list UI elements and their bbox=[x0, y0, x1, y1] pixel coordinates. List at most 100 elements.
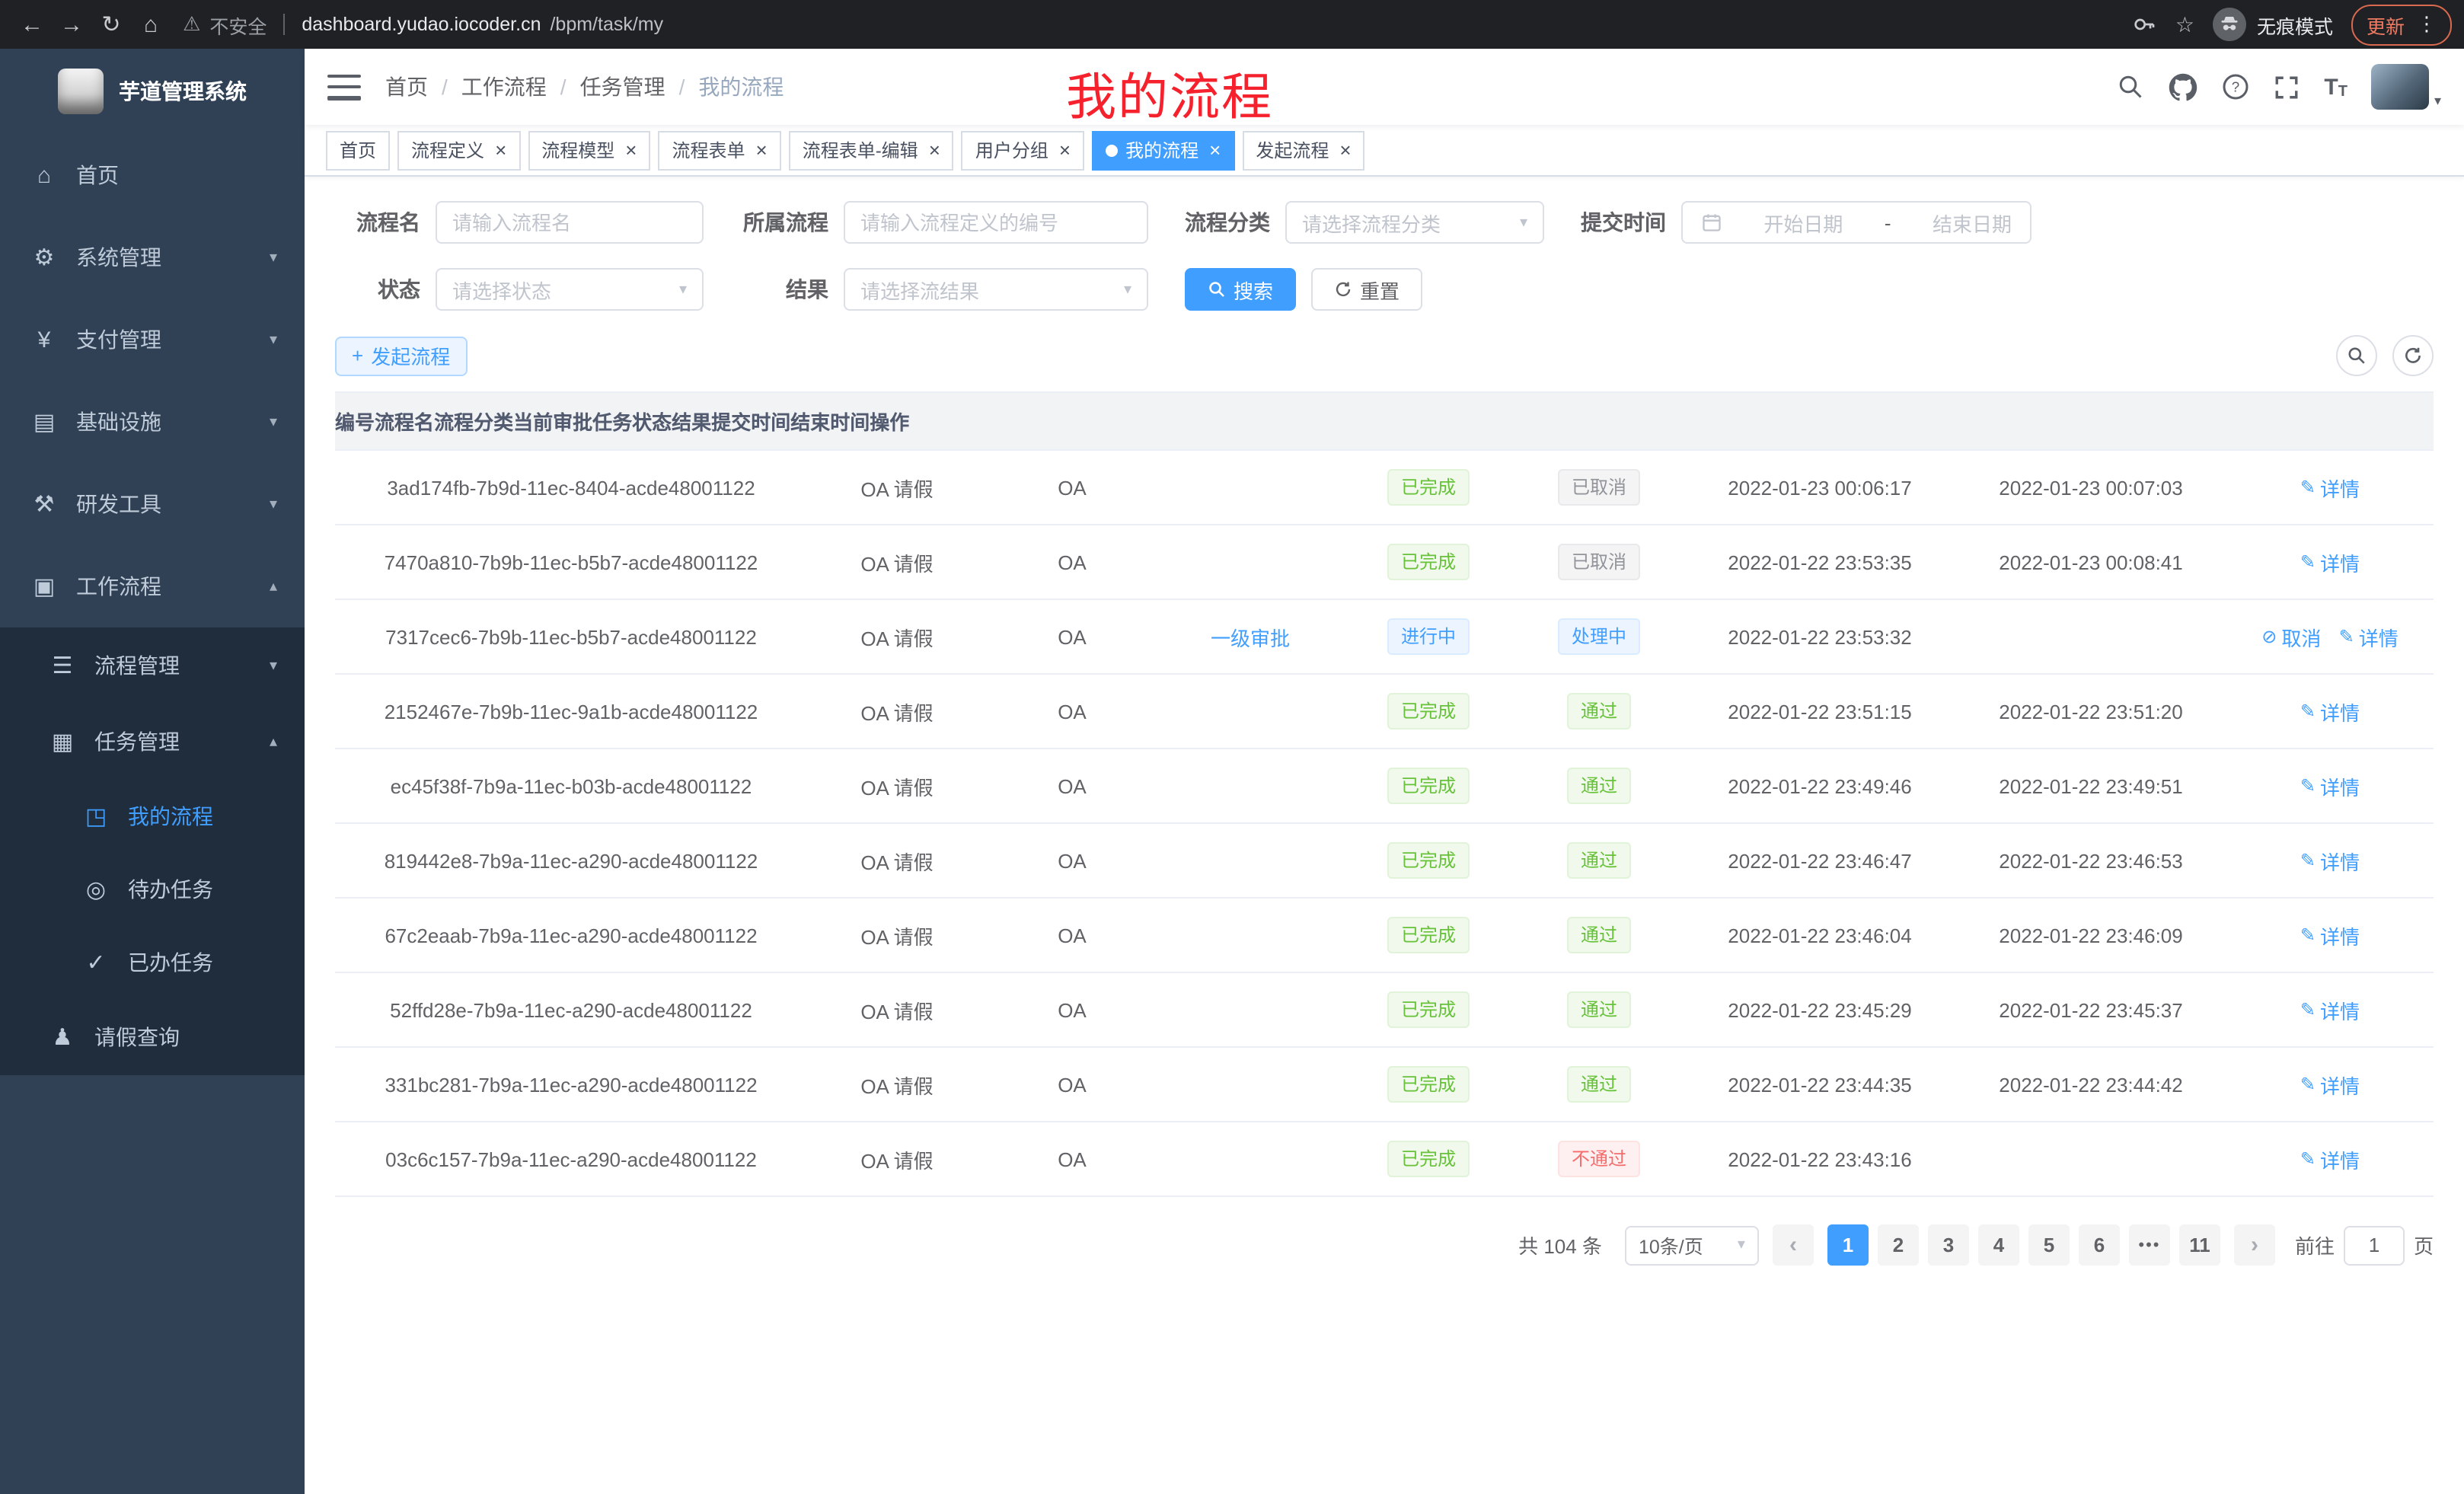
close-icon[interactable]: × bbox=[1339, 140, 1351, 160]
status-badge: 进行中 bbox=[1387, 618, 1470, 655]
page-button[interactable]: 4 bbox=[1978, 1224, 2019, 1266]
process-name-input[interactable] bbox=[452, 211, 687, 234]
menu-item-label: 工作流程 bbox=[76, 571, 161, 602]
edit-icon: ✎ bbox=[2300, 477, 2316, 498]
table-toolbar: + 发起流程 bbox=[305, 335, 2464, 376]
breadcrumb-item[interactable]: 我的流程 bbox=[698, 72, 784, 102]
app-logo-row[interactable]: 芋道管理系统 bbox=[0, 49, 305, 134]
breadcrumb-item[interactable]: 首页 bbox=[385, 72, 428, 102]
avatar[interactable] bbox=[2372, 64, 2430, 110]
github-icon[interactable] bbox=[2169, 72, 2197, 101]
page-button[interactable]: ••• bbox=[2129, 1224, 2170, 1266]
browser-back-icon[interactable]: ← bbox=[12, 5, 52, 44]
current-task-link[interactable]: 一级审批 bbox=[1211, 622, 1290, 651]
tab-user-group[interactable]: 用户分组 × bbox=[962, 130, 1084, 170]
browser-reload-icon[interactable]: ↻ bbox=[91, 5, 131, 44]
page-size-select[interactable]: 10条/页 ▾ bbox=[1625, 1225, 1759, 1265]
sidebar-item-done-tasks[interactable]: ✓ 已办任务 bbox=[0, 926, 305, 999]
status-select[interactable]: 请选择状态 ▾ bbox=[436, 268, 704, 311]
detail-link[interactable]: ✎详情 bbox=[2300, 846, 2360, 875]
page-button[interactable]: 5 bbox=[2028, 1224, 2070, 1266]
font-size-icon[interactable]: TT bbox=[2324, 74, 2348, 100]
page-button[interactable]: 6 bbox=[2079, 1224, 2120, 1266]
browser-forward-icon[interactable]: → bbox=[52, 5, 91, 44]
sidebar-collapse-button[interactable] bbox=[327, 74, 361, 100]
category-label: 流程分类 bbox=[1185, 207, 1270, 238]
browser-home-icon[interactable]: ⌂ bbox=[131, 5, 171, 44]
detail-link[interactable]: ✎详情 bbox=[2300, 921, 2360, 950]
sidebar-item-process-manage[interactable]: ☰ 流程管理 bbox=[0, 627, 305, 704]
sidebar-item-system[interactable]: ⚙ 系统管理 bbox=[0, 216, 305, 298]
refresh-button[interactable] bbox=[2392, 335, 2434, 376]
search-icon[interactable] bbox=[2117, 73, 2144, 101]
filter-row-1: 流程名 所属流程 流程分类 请选择流程分类 bbox=[335, 201, 2434, 244]
process-definition-input[interactable] bbox=[860, 211, 1131, 234]
close-icon[interactable]: × bbox=[495, 140, 506, 160]
category-select[interactable]: 请选择流程分类 ▾ bbox=[1285, 201, 1544, 244]
browser-update-button[interactable]: 更新 ⋮ bbox=[2351, 4, 2452, 45]
bookmark-star-icon[interactable]: ☆ bbox=[2175, 11, 2194, 37]
cell-category: OA bbox=[987, 551, 1157, 573]
fullscreen-icon[interactable] bbox=[2274, 74, 2300, 100]
column-header: 流程分类 bbox=[434, 393, 513, 449]
sidebar-item-todo-tasks[interactable]: ◎ 待办任务 bbox=[0, 853, 305, 926]
toggle-search-button[interactable] bbox=[2336, 335, 2377, 376]
start-process-button[interactable]: + 发起流程 bbox=[335, 336, 467, 375]
page-button[interactable]: 3 bbox=[1928, 1224, 1969, 1266]
sidebar-item-leave-query[interactable]: ♟ 请假查询 bbox=[0, 999, 305, 1075]
tab-process-model[interactable]: 流程模型 × bbox=[528, 130, 650, 170]
tab-start-process[interactable]: 发起流程 × bbox=[1242, 130, 1364, 170]
cell-process-id: 52ffd28e-7b9a-11ec-a290-acde48001122 bbox=[335, 998, 807, 1021]
close-icon[interactable]: × bbox=[929, 140, 940, 160]
sidebar-item-home[interactable]: ⌂ 首页 bbox=[0, 134, 305, 216]
password-key-icon[interactable] bbox=[2133, 12, 2157, 37]
sidebar-item-workflow[interactable]: ▣ 工作流程 bbox=[0, 545, 305, 627]
tab-home[interactable]: 首页 bbox=[326, 130, 390, 170]
page-button[interactable]: 2 bbox=[1878, 1224, 1919, 1266]
tab-process-form-edit[interactable]: 流程表单-编辑 × bbox=[789, 130, 954, 170]
sidebar-item-devtools[interactable]: ⚒ 研发工具 bbox=[0, 463, 305, 545]
sidebar-item-my-process[interactable]: ◳ 我的流程 bbox=[0, 780, 305, 853]
page-button[interactable]: 1 bbox=[1827, 1224, 1869, 1266]
reset-button[interactable]: 重置 bbox=[1311, 268, 1422, 311]
total-count: 共 104 条 bbox=[1518, 1231, 1602, 1259]
cell-actions: ✎详情 bbox=[2226, 771, 2434, 800]
cancel-link[interactable]: ⊘取消 bbox=[2261, 622, 2321, 651]
address-bar[interactable]: ⚠ 不安全 dashboard.yudao.iocoder.cn/bpm/tas… bbox=[183, 10, 2133, 39]
chevron-down-icon: ▾ bbox=[2434, 93, 2441, 110]
breadcrumb-item[interactable]: 任务管理 bbox=[580, 72, 665, 102]
search-button[interactable]: 搜索 bbox=[1185, 268, 1296, 311]
browser-menu-dots-icon[interactable]: ⋮ bbox=[2417, 12, 2437, 37]
status-badge: 已完成 bbox=[1387, 991, 1470, 1028]
security-label[interactable]: 不安全 bbox=[209, 10, 267, 39]
close-icon[interactable]: × bbox=[1059, 140, 1071, 160]
next-page-button[interactable]: › bbox=[2234, 1224, 2275, 1266]
detail-link[interactable]: ✎详情 bbox=[2300, 473, 2360, 502]
sidebar-item-infra[interactable]: ▤ 基础设施 bbox=[0, 381, 305, 463]
close-icon[interactable]: × bbox=[756, 140, 768, 160]
prev-page-button[interactable]: ‹ bbox=[1773, 1224, 1814, 1266]
tab-process-definition[interactable]: 流程定义 × bbox=[397, 130, 520, 170]
tab-my-process[interactable]: 我的流程 × bbox=[1092, 130, 1234, 170]
cell-status: 已完成 bbox=[1343, 1066, 1514, 1103]
result-select[interactable]: 请选择流结果 ▾ bbox=[844, 268, 1148, 311]
close-icon[interactable]: × bbox=[1209, 140, 1221, 160]
goto-page-input[interactable] bbox=[2344, 1225, 2405, 1265]
detail-link[interactable]: ✎详情 bbox=[2300, 697, 2360, 726]
close-icon[interactable]: × bbox=[625, 140, 637, 160]
help-icon[interactable]: ? bbox=[2222, 73, 2249, 101]
tab-process-form[interactable]: 流程表单 × bbox=[658, 130, 780, 170]
sidebar-item-task-manage[interactable]: ▦ 任务管理 bbox=[0, 704, 305, 780]
detail-link[interactable]: ✎详情 bbox=[2300, 1144, 2360, 1173]
page-button[interactable]: 11 bbox=[2179, 1224, 2220, 1266]
detail-link[interactable]: ✎详情 bbox=[2300, 547, 2360, 576]
user-menu[interactable]: ▾ bbox=[2372, 64, 2441, 110]
sidebar-item-payment[interactable]: ¥ 支付管理 bbox=[0, 298, 305, 381]
detail-link[interactable]: ✎详情 bbox=[2300, 1070, 2360, 1099]
detail-link[interactable]: ✎详情 bbox=[2300, 771, 2360, 800]
breadcrumb-item[interactable]: 工作流程 bbox=[461, 72, 547, 102]
detail-link[interactable]: ✎详情 bbox=[2339, 622, 2399, 651]
detail-link[interactable]: ✎详情 bbox=[2300, 995, 2360, 1024]
submit-time-range-picker[interactable]: 开始日期 - 结束日期 bbox=[1681, 201, 2032, 244]
cell-process-name: OA 请假 bbox=[807, 921, 987, 950]
